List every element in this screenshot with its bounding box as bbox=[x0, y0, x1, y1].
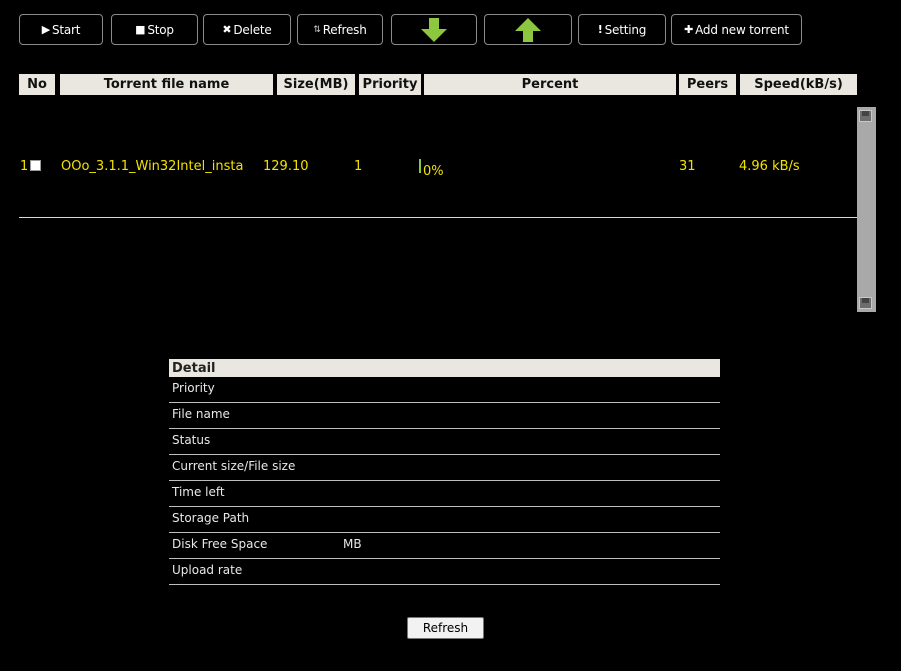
detail-row-upload-rate: Upload rate bbox=[169, 559, 720, 585]
torrent-percent: 0% bbox=[423, 164, 444, 179]
detail-row-current-size: Current size/File size bbox=[169, 455, 720, 481]
detail-label: Storage Path bbox=[172, 511, 250, 525]
table-header: No Torrent file name Size(MB) Priority P… bbox=[19, 74, 857, 95]
arrow-up-icon bbox=[515, 17, 541, 42]
detail-row-time-left: Time left bbox=[169, 481, 720, 507]
column-header-no[interactable]: No bbox=[19, 74, 55, 95]
detail-label: Status bbox=[172, 433, 211, 447]
add-torrent-label: Add new torrent bbox=[695, 22, 789, 37]
detail-value: MB bbox=[343, 537, 362, 551]
torrent-size: 129.10 bbox=[263, 159, 309, 174]
detail-label: File name bbox=[172, 407, 230, 421]
column-header-speed[interactable]: Speed(kB/s) bbox=[740, 74, 857, 95]
detail-label: Upload rate bbox=[172, 563, 243, 577]
column-header-percent[interactable]: Percent bbox=[424, 74, 676, 95]
setting-button[interactable]: ! Setting bbox=[578, 14, 666, 45]
play-icon: ▶ bbox=[41, 23, 50, 36]
refresh-toolbar-button[interactable]: ⇅ Refresh bbox=[297, 14, 383, 45]
row-divider bbox=[19, 217, 857, 218]
stop-icon: ■ bbox=[135, 23, 146, 36]
stop-label: Stop bbox=[147, 22, 174, 37]
move-down-button[interactable] bbox=[391, 14, 477, 45]
start-label: Start bbox=[51, 22, 81, 37]
detail-row-disk-free-space: Disk Free Space MB bbox=[169, 533, 720, 559]
column-header-priority[interactable]: Priority bbox=[359, 74, 421, 95]
exclamation-icon: ! bbox=[597, 23, 603, 36]
scroll-down-button[interactable] bbox=[859, 297, 872, 309]
table-scrollbar[interactable] bbox=[857, 107, 876, 312]
scroll-up-button[interactable] bbox=[859, 110, 872, 122]
delete-label: Delete bbox=[233, 22, 272, 37]
row-checkbox[interactable] bbox=[30, 160, 41, 171]
detail-label: Current size/File size bbox=[172, 459, 296, 473]
detail-label: Priority bbox=[172, 381, 215, 395]
detail-row-priority: Priority bbox=[169, 377, 720, 403]
detail-label: Disk Free Space bbox=[172, 537, 268, 551]
detail-row-status: Status bbox=[169, 429, 720, 455]
detail-panel: Detail Priority File name Status Current… bbox=[169, 359, 720, 585]
detail-row-file-name: File name bbox=[169, 403, 720, 429]
setting-label: Setting bbox=[604, 22, 647, 37]
column-header-name[interactable]: Torrent file name bbox=[60, 74, 273, 95]
arrow-down-icon bbox=[421, 17, 447, 42]
plus-icon: ✚ bbox=[684, 23, 694, 36]
torrent-name[interactable]: OOo_3.1.1_Win32Intel_insta bbox=[61, 159, 243, 174]
torrent-priority: 1 bbox=[354, 159, 363, 174]
torrent-speed: 4.96 kB/s bbox=[739, 159, 800, 174]
column-header-size[interactable]: Size(MB) bbox=[277, 74, 355, 95]
refresh-label: Refresh bbox=[322, 22, 367, 37]
add-torrent-button[interactable]: ✚ Add new torrent bbox=[671, 14, 802, 45]
start-button[interactable]: ▶ Start bbox=[19, 14, 103, 45]
refresh-icon: ⇅ bbox=[313, 24, 321, 35]
delete-icon: ✖ bbox=[222, 23, 232, 36]
torrent-peers: 31 bbox=[679, 159, 696, 174]
move-up-button[interactable] bbox=[484, 14, 572, 45]
detail-label: Time left bbox=[172, 485, 225, 499]
delete-button[interactable]: ✖ Delete bbox=[203, 14, 291, 45]
detail-row-storage-path: Storage Path bbox=[169, 507, 720, 533]
column-header-peers[interactable]: Peers bbox=[679, 74, 736, 95]
detail-title: Detail bbox=[169, 359, 720, 377]
row-number: 1 bbox=[20, 159, 29, 174]
stop-button[interactable]: ■ Stop bbox=[111, 14, 198, 45]
progress-bar bbox=[419, 159, 421, 173]
detail-refresh-button[interactable]: Refresh bbox=[407, 617, 484, 639]
